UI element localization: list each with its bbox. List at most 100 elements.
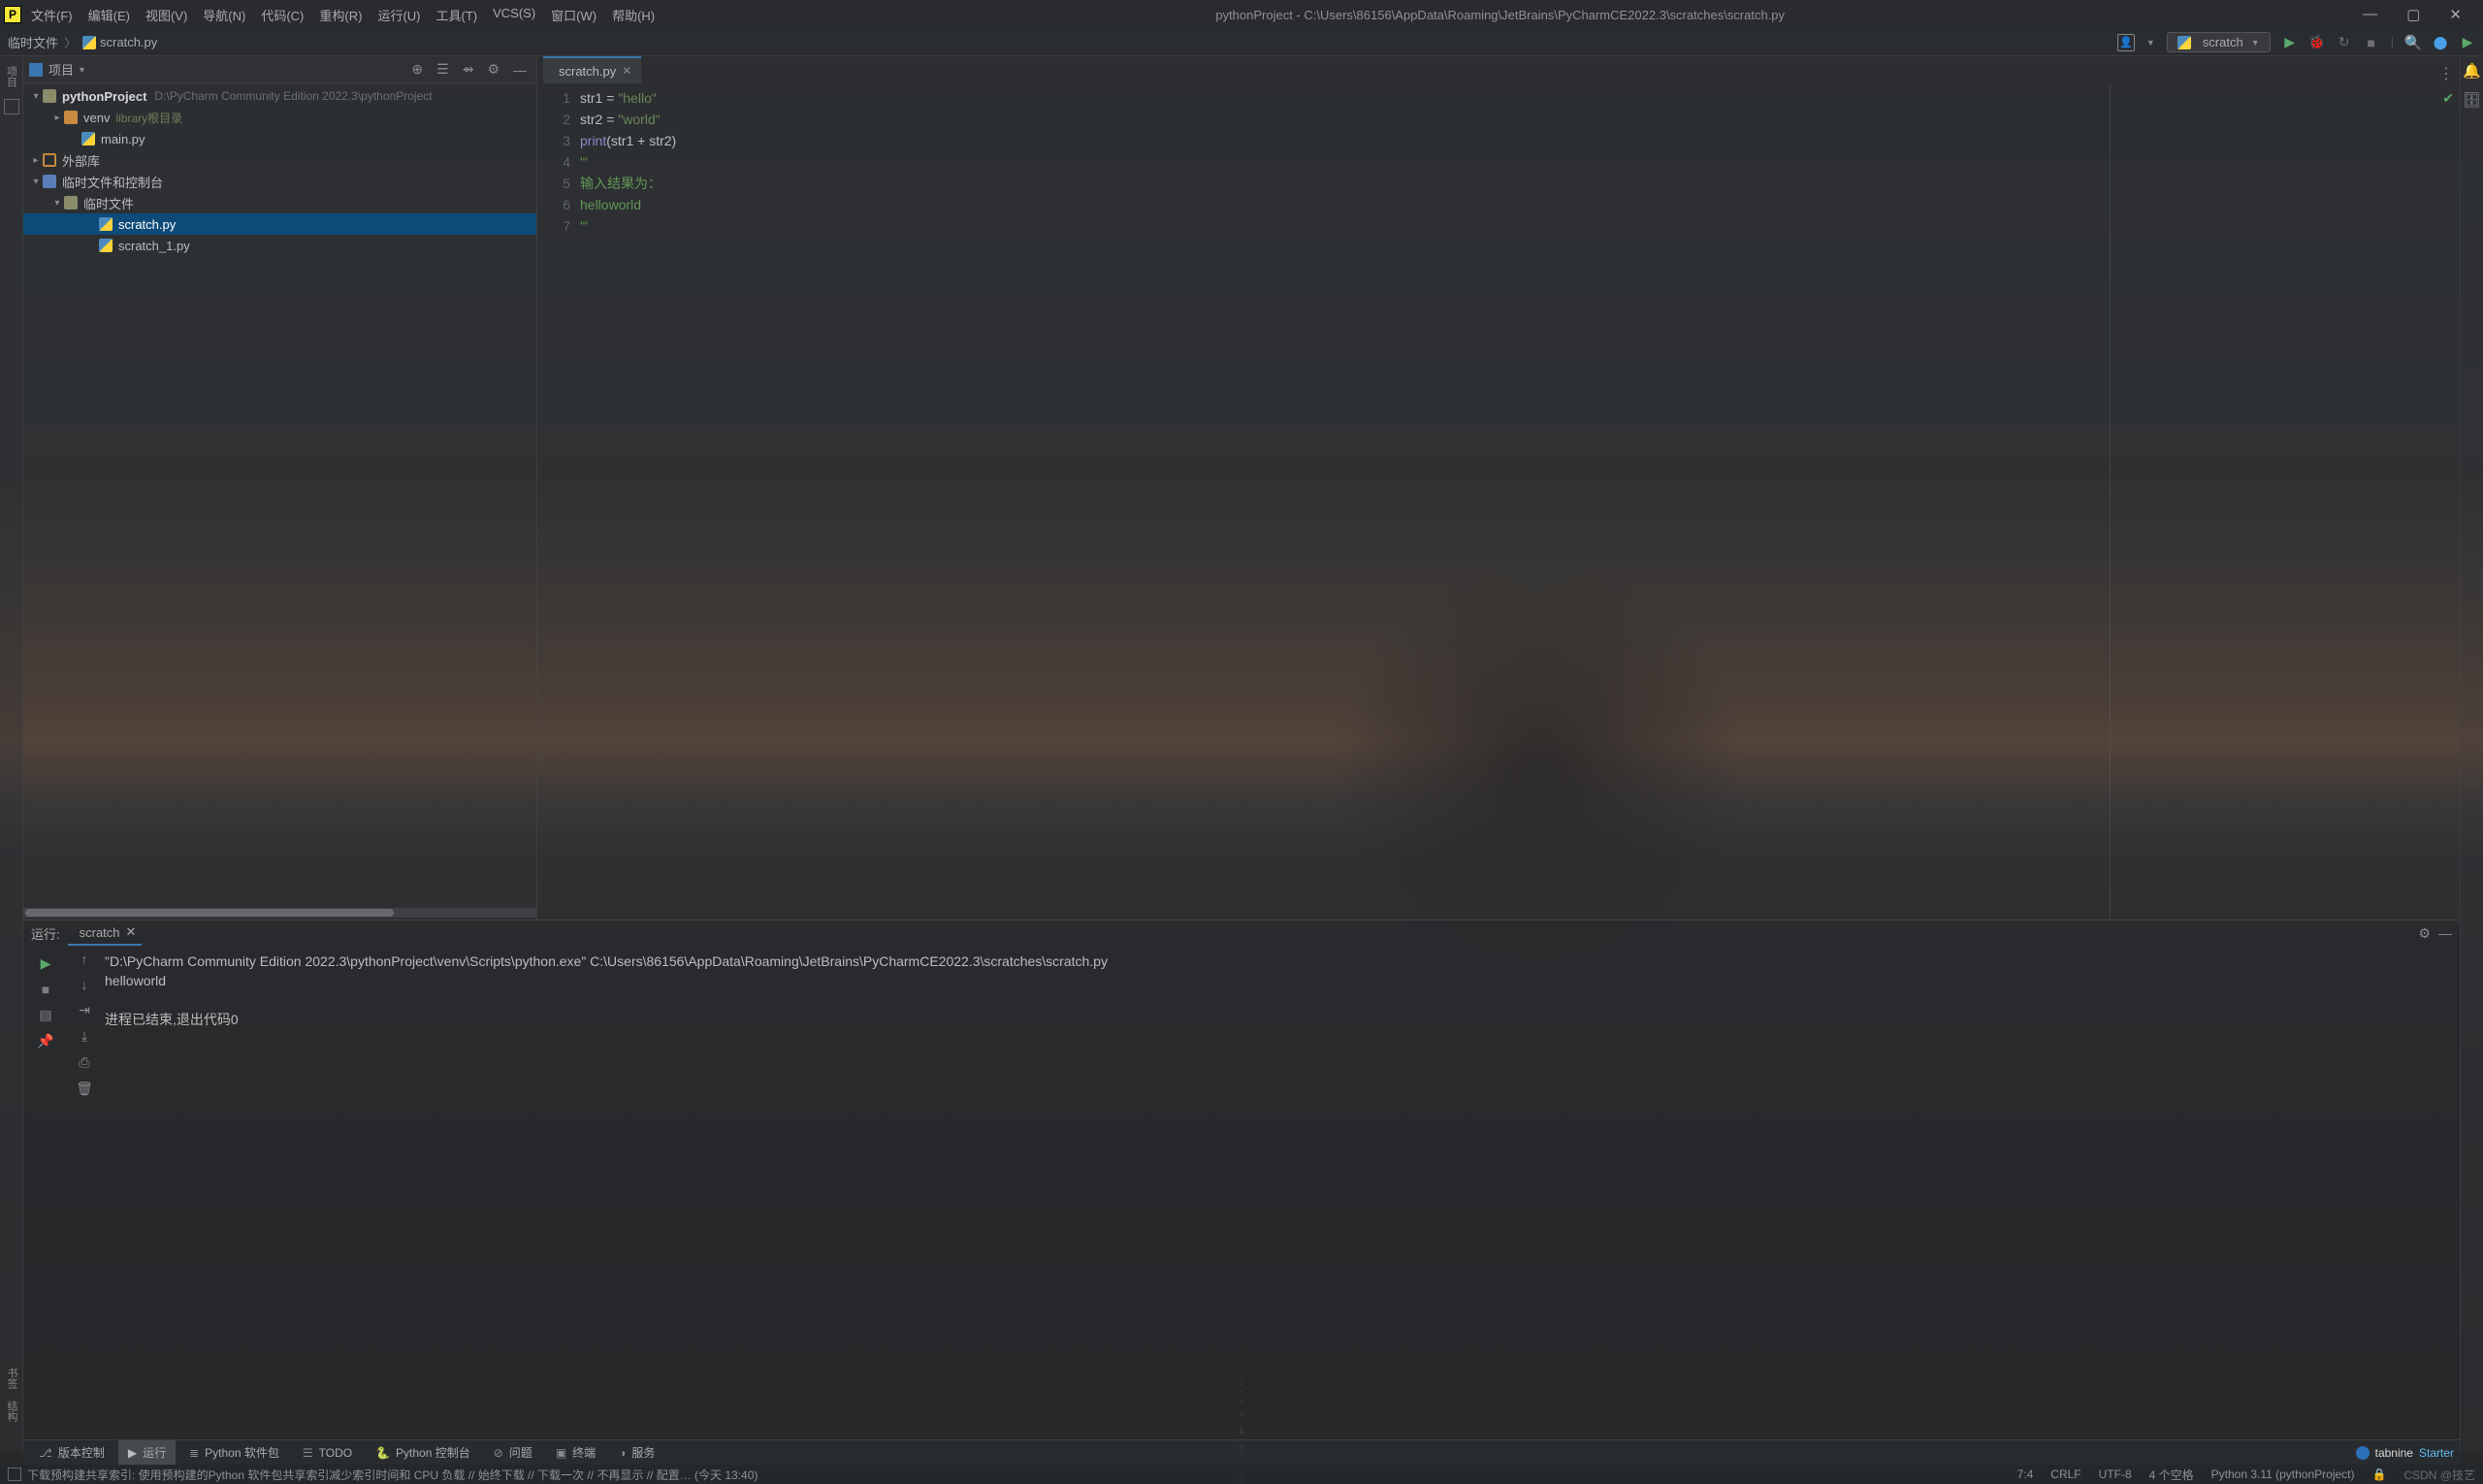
tab-python-packages[interactable]: ≣Python 软件包 — [179, 1440, 289, 1466]
close-tab-icon[interactable]: ✕ — [622, 64, 631, 78]
python-file-icon — [82, 36, 96, 49]
tab-python-console[interactable]: 🐍Python 控制台 — [366, 1440, 480, 1466]
menu-file[interactable]: 文件(F) — [31, 6, 73, 24]
code-with-me-icon[interactable]: 👤 — [2117, 34, 2135, 51]
run-console[interactable]: "D:\PyCharm Community Edition 2022.3\pyt… — [101, 946, 2460, 1432]
window-controls: — ▢ ✕ — [2345, 6, 2479, 23]
scroll-end-icon[interactable]: ⤓ — [81, 1028, 87, 1045]
collapse-all-icon[interactable]: ⇴ — [459, 61, 478, 78]
tab-run[interactable]: ▶运行 — [118, 1440, 176, 1466]
rerun-icon[interactable]: ▶ — [41, 955, 51, 972]
tab-version-control[interactable]: ⎇版本控制 — [29, 1440, 114, 1466]
tabnine-widget[interactable]: tabnine Starter — [2356, 1446, 2454, 1460]
tab-todo[interactable]: ☰TODO — [293, 1440, 362, 1466]
tree-venv[interactable]: venv library根目录 — [23, 107, 536, 128]
tab-problems[interactable]: ⊘问题 — [484, 1440, 542, 1466]
line-number: 2 — [541, 109, 570, 130]
menu-edit[interactable]: 编辑(E) — [88, 6, 130, 24]
services-icon: ◑ — [619, 1446, 626, 1460]
locate-icon[interactable]: ⊕ — [407, 61, 427, 78]
menu-tools[interactable]: 工具(T) — [435, 6, 477, 24]
step-down-icon[interactable]: ↓ — [81, 977, 88, 992]
minimize-button[interactable]: — — [2363, 6, 2377, 23]
clear-icon[interactable]: 🗑 — [76, 1081, 93, 1097]
indent-settings[interactable]: 4 个空格 — [2149, 1467, 2194, 1483]
code-editor[interactable]: ✔ 1 2 3 4 5 6 7 str1 = "hello" str2 = "w… — [537, 83, 2460, 919]
breadcrumb-file[interactable]: scratch.py — [82, 35, 157, 50]
python-interpreter[interactable]: Python 3.11 (pythonProject) — [2211, 1468, 2355, 1481]
tab-services[interactable]: ◑服务 — [609, 1440, 664, 1466]
menu-navigate[interactable]: 导航(N) — [203, 6, 245, 24]
menu-help[interactable]: 帮助(H) — [612, 6, 655, 24]
inspection-ok-icon[interactable]: ✔ — [2442, 87, 2454, 109]
caret-position[interactable]: 7:4 — [2017, 1468, 2034, 1481]
status-message[interactable]: 下载预构建共享索引: 使用预构建的Python 软件包共享索引减少索引时间和 C… — [27, 1467, 758, 1483]
hide-panel-icon[interactable]: — — [2438, 925, 2452, 941]
read-only-lock-icon[interactable]: 🔒 — [2372, 1468, 2387, 1481]
breadcrumb-root[interactable]: 临时文件 — [8, 33, 58, 51]
bookmarks-tool-vtab[interactable]: 书签 — [4, 1364, 19, 1393]
project-view-selector[interactable]: 项目 ▼ — [48, 60, 86, 79]
tree-external-libs[interactable]: 外部库 — [23, 149, 536, 171]
scratch-root-icon — [43, 175, 56, 188]
commit-tool-icon[interactable] — [4, 99, 19, 114]
run-tab[interactable]: scratch ✕ — [68, 920, 143, 946]
expand-all-icon[interactable]: ☰ — [433, 61, 453, 78]
tree-scratches-folder[interactable]: 临时文件 — [23, 192, 536, 213]
tree-scratch-py[interactable]: scratch.py — [23, 213, 536, 235]
tree-scratch1-py[interactable]: scratch_1.py — [23, 235, 536, 256]
run-configuration-selector[interactable]: scratch ▼ — [2167, 32, 2271, 52]
scrollbar-thumb[interactable] — [25, 909, 394, 917]
menu-run[interactable]: 运行(U) — [377, 6, 420, 24]
tabnine-tier: Starter — [2419, 1446, 2454, 1460]
project-horizontal-scrollbar[interactable] — [23, 908, 536, 918]
cwm-dropdown-icon[interactable]: ▼ — [2146, 38, 2155, 48]
editor-tab-scratch[interactable]: scratch.py ✕ — [543, 56, 641, 83]
step-up-icon[interactable]: ↑ — [81, 952, 88, 967]
tree-main-py[interactable]: main.py — [23, 128, 536, 149]
line-separator[interactable]: CRLF — [2050, 1468, 2080, 1481]
project-header: 项目 ▼ ⊕ ☰ ⇴ ⚙ — — [23, 56, 536, 83]
close-tab-icon[interactable]: ✕ — [126, 924, 137, 940]
project-tool-vtab[interactable]: 项目 — [4, 60, 19, 93]
hide-panel-icon[interactable]: — — [509, 62, 531, 78]
project-tree[interactable]: pythonProject D:\PyCharm Community Editi… — [23, 83, 536, 258]
stop-button[interactable]: ■ — [2364, 35, 2379, 50]
project-view-icon[interactable] — [29, 63, 43, 77]
menu-view[interactable]: 视图(V) — [145, 6, 187, 24]
structure-tool-vtab[interactable]: 结构 — [4, 1397, 19, 1426]
soft-wrap-icon[interactable]: ⇥ — [79, 1002, 90, 1018]
run-settings-icon[interactable]: ⚙ — [2418, 925, 2431, 942]
menu-window[interactable]: 窗口(W) — [551, 6, 597, 24]
layout-icon[interactable]: ▤ — [39, 1007, 51, 1023]
editor-tab-options-icon[interactable]: ⋮ — [2438, 64, 2460, 83]
pin-icon[interactable]: 📌 — [37, 1033, 53, 1049]
code-content[interactable]: str1 = "hello" str2 = "world" print(str1… — [580, 83, 2460, 919]
tool-windows-toggle-icon[interactable] — [8, 1468, 21, 1481]
file-encoding[interactable]: UTF-8 — [2099, 1468, 2132, 1481]
database-tool-icon[interactable]: 🗄 — [2463, 91, 2481, 109]
menu-code[interactable]: 代码(C) — [261, 6, 304, 24]
maximize-button[interactable]: ▢ — [2406, 6, 2420, 23]
code-token: print — [580, 133, 606, 148]
debug-button[interactable]: 🐞 — [2309, 35, 2325, 50]
tab-label: TODO — [319, 1446, 352, 1460]
tree-project-root[interactable]: pythonProject D:\PyCharm Community Editi… — [23, 85, 536, 107]
bottom-tool-stripe: ⎇版本控制 ▶运行 ≣Python 软件包 ☰TODO 🐍Python 控制台 … — [23, 1439, 2460, 1465]
settings-icon[interactable]: ⚙ — [483, 61, 503, 78]
close-button[interactable]: ✕ — [2449, 6, 2462, 23]
menu-refactor[interactable]: 重构(R) — [319, 6, 362, 24]
tab-terminal[interactable]: ▣终端 — [546, 1440, 605, 1466]
run-coverage-button[interactable]: ↻ — [2337, 35, 2352, 50]
tree-scratches-root[interactable]: 临时文件和控制台 — [23, 171, 536, 192]
ide-play-icon[interactable]: ▶ — [2460, 35, 2475, 50]
stop-icon[interactable]: ■ — [42, 982, 49, 997]
search-everywhere-button[interactable]: 🔍 — [2405, 35, 2421, 50]
tab-label: 版本控制 — [58, 1444, 105, 1461]
menu-vcs[interactable]: VCS(S) — [493, 6, 535, 24]
run-button[interactable]: ▶ — [2282, 35, 2298, 50]
notifications-icon[interactable]: 🔔 — [2463, 62, 2481, 80]
print-icon[interactable]: ⎙ — [79, 1054, 89, 1071]
ide-update-icon[interactable]: ⬤ — [2433, 35, 2448, 50]
left-bottom-tool-stripe: 书签 结构 — [0, 1364, 23, 1432]
